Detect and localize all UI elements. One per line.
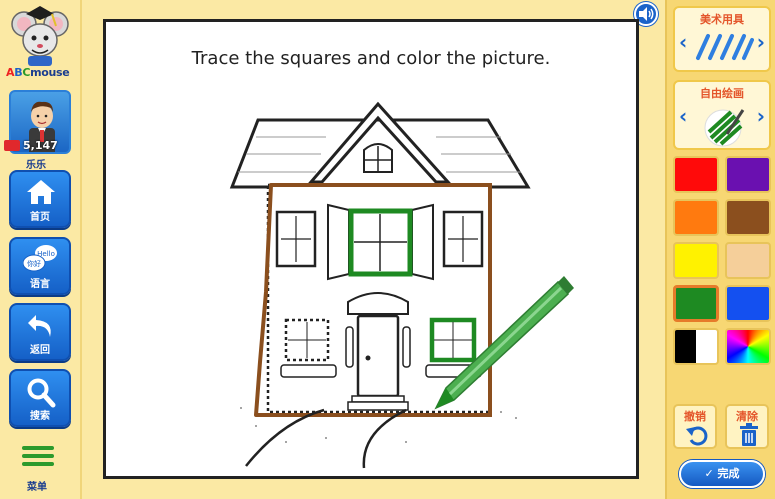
- done-label: 完成: [717, 467, 740, 480]
- language-button[interactable]: Hello 你好 语言: [9, 237, 71, 295]
- color-purple-swatch[interactable]: [725, 156, 771, 193]
- ticket-counter: 5,147: [4, 138, 58, 153]
- flower-box-left: [280, 364, 337, 378]
- back-arrow-icon: [28, 315, 51, 337]
- color-peach-swatch[interactable]: [725, 242, 771, 279]
- color-orange-swatch[interactable]: [673, 199, 719, 236]
- home-label: 首页: [30, 212, 50, 223]
- language-label: 语言: [30, 279, 50, 290]
- walkway-right: [362, 408, 407, 469]
- color-blue-swatch[interactable]: [725, 285, 771, 322]
- color-yellow-swatch[interactable]: [673, 242, 719, 279]
- crayon-scribble-icon: [704, 109, 745, 147]
- clear-button[interactable]: 清除: [725, 404, 769, 449]
- clear-label: 清除: [736, 410, 758, 423]
- art-supplies-card[interactable]: 美术用具 ‹ ›: [673, 6, 771, 72]
- home-button[interactable]: 首页: [9, 170, 71, 228]
- undo-label: 撤销: [684, 410, 706, 423]
- house-coloring-page[interactable]: [106, 22, 636, 476]
- back-button[interactable]: 返回: [9, 303, 71, 361]
- left-sidebar: ABCmouse 5,147 乐乐 首页 Hello 你好 语言 返回 搜索 菜…: [0, 0, 82, 499]
- front-door: [356, 314, 400, 398]
- ticket-count: 5,147: [23, 139, 58, 152]
- hello-text: Hello: [37, 250, 55, 258]
- trash-icon: [740, 423, 758, 446]
- brand-logo-text: ABCmouse: [6, 66, 70, 79]
- free-draw-card[interactable]: 自由绘画 ‹ ›: [673, 80, 771, 150]
- undo-icon: [686, 426, 708, 446]
- tools-panel: 美术用具 ‹ › 自由绘画 ‹ › 撤销 清除 ✓ 完成: [665, 0, 775, 499]
- undo-button[interactable]: 撤销: [673, 404, 717, 449]
- ticket-icon: [4, 140, 20, 151]
- color-green-swatch[interactable]: [673, 285, 719, 322]
- menu-label: 菜单: [27, 482, 47, 493]
- art-supplies-next-icon[interactable]: ›: [757, 30, 765, 54]
- color-black-white-swatch[interactable]: [673, 328, 719, 365]
- color-rainbow-swatch[interactable]: [725, 328, 771, 365]
- hamburger-icon: [22, 446, 58, 466]
- search-label: 搜索: [30, 411, 50, 422]
- color-brown-swatch[interactable]: [725, 199, 771, 236]
- done-button[interactable]: ✓ 完成: [679, 460, 765, 488]
- walkway-left: [245, 408, 325, 467]
- check-icon: ✓: [704, 467, 714, 480]
- menu-button[interactable]: 菜单: [22, 446, 58, 494]
- color-red-swatch[interactable]: [673, 156, 719, 193]
- window-left: [275, 210, 317, 268]
- paintbrushes-icon: [696, 34, 754, 60]
- free-draw-title: 自由绘画: [700, 87, 744, 100]
- user-name: 乐乐: [26, 160, 46, 171]
- free-draw-prev-icon[interactable]: ‹: [679, 104, 687, 128]
- back-label: 返回: [30, 345, 50, 356]
- search-icon: [27, 378, 56, 408]
- shutter-left: [327, 203, 350, 281]
- art-supplies-prev-icon[interactable]: ‹: [679, 30, 687, 54]
- art-supplies-title: 美术用具: [700, 13, 744, 26]
- search-button[interactable]: 搜索: [9, 369, 71, 427]
- drawing-canvas[interactable]: Trace the squares and color the picture.: [103, 19, 639, 479]
- nihao-text: 你好: [27, 259, 41, 268]
- abcmouse-logo[interactable]: ABCmouse: [4, 2, 78, 84]
- shutter-right: [411, 203, 434, 281]
- speech-bubbles-icon: Hello 你好: [23, 245, 57, 272]
- mouse-mascot-icon: [11, 6, 69, 66]
- speaker-icon: [639, 7, 654, 21]
- free-draw-next-icon[interactable]: ›: [757, 104, 765, 128]
- home-icon: [27, 180, 55, 204]
- window-right: [442, 210, 484, 268]
